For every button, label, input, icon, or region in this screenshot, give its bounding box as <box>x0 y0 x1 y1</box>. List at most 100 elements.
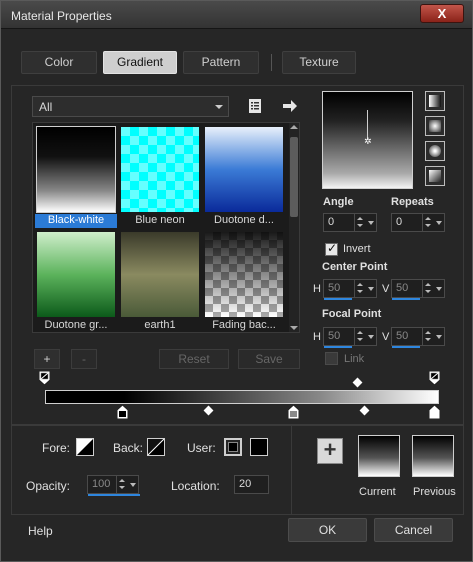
center-h-slider[interactable] <box>324 298 352 300</box>
back-swatch[interactable] <box>147 438 165 456</box>
scroll-up-icon[interactable] <box>290 125 298 129</box>
linear-style-button[interactable] <box>425 91 445 111</box>
rectangular-style-icon <box>429 120 441 132</box>
center-v-label: V <box>382 283 390 295</box>
location-field[interactable]: 20 <box>234 475 269 494</box>
spin-arrows-icon[interactable] <box>354 328 364 345</box>
sunburst-style-button[interactable] <box>425 141 445 161</box>
add-preset-button[interactable]: + <box>317 438 343 464</box>
gradient-stop-white[interactable] <box>428 404 441 420</box>
swatch-thumbnail <box>37 232 115 317</box>
swatch-scrollbar[interactable] <box>289 123 299 332</box>
repeats-value: 0 <box>396 216 403 228</box>
user-swatch-black[interactable] <box>250 438 268 456</box>
spin-arrows-icon[interactable] <box>422 328 432 345</box>
fore-label: Fore: <box>42 441 71 455</box>
swatch-label: Duotone d... <box>214 214 274 226</box>
chevron-down-icon[interactable] <box>368 221 374 225</box>
invert-checkbox[interactable] <box>325 241 338 256</box>
tab-gradient[interactable]: Gradient <box>103 51 177 74</box>
scroll-thumb[interactable] <box>290 137 298 217</box>
center-point-label: Center Point <box>322 261 388 273</box>
list-view-icon[interactable] <box>245 96 265 116</box>
spin-arrows-icon[interactable] <box>422 214 432 231</box>
angle-spinner[interactable]: 0 <box>323 213 377 232</box>
help-link[interactable]: Help <box>28 524 53 538</box>
chevron-down-icon[interactable] <box>436 221 442 225</box>
gradient-swatch-list: Black-white Blue neon Duotone d... Duoto… <box>32 122 300 333</box>
link-label: Link <box>344 353 365 365</box>
gradient-preview[interactable]: ✲ <box>322 91 413 189</box>
swatch-black-white[interactable]: Black-white <box>35 125 117 228</box>
radial-style-button[interactable] <box>425 166 445 186</box>
reset-button[interactable]: Reset <box>159 349 229 369</box>
opacity-spinner[interactable]: 100 <box>87 475 140 496</box>
swatch-fading-background[interactable]: Fading bac... <box>203 230 285 331</box>
category-dropdown[interactable]: All <box>32 96 229 117</box>
tab-pattern[interactable]: Pattern <box>183 51 259 74</box>
repeats-spinner[interactable]: 0 <box>391 213 445 232</box>
radial-style-icon <box>429 170 441 182</box>
gradient-stop-top-left[interactable] <box>38 370 51 386</box>
focal-h-value: 50 <box>328 330 341 342</box>
tab-texture[interactable]: Texture <box>282 51 356 74</box>
material-properties-dialog: Material Properties X Color Gradient Pat… <box>0 0 473 562</box>
spin-arrows-icon[interactable] <box>422 280 432 297</box>
chevron-down-icon[interactable] <box>436 287 442 291</box>
center-v-slider[interactable] <box>392 298 420 300</box>
gradient-stop-top-right[interactable] <box>428 370 441 386</box>
swatch-thumbnail <box>36 126 116 213</box>
arrow-right-icon[interactable] <box>280 96 300 116</box>
swatch-earth1[interactable]: earth1 <box>119 230 201 331</box>
swatch-thumbnail <box>121 232 199 317</box>
location-label: Location: <box>171 479 220 493</box>
swatch-thumbnail <box>205 232 283 317</box>
swatch-label: Black-white <box>35 214 117 228</box>
focal-h-slider[interactable] <box>324 346 352 348</box>
gradient-bar[interactable] <box>45 390 439 404</box>
angle-handle-icon[interactable]: ✲ <box>364 137 372 146</box>
focal-h-spinner[interactable]: 50 <box>323 327 377 348</box>
tab-color[interactable]: Color <box>21 51 97 74</box>
opacity-label: Opacity: <box>26 479 71 493</box>
rectangular-style-button[interactable] <box>425 116 445 136</box>
spin-arrows-icon[interactable] <box>116 476 126 493</box>
link-checkbox[interactable] <box>325 352 338 365</box>
swatch-thumbnail <box>205 127 283 212</box>
category-dropdown-value: All <box>39 100 53 114</box>
center-h-spinner[interactable]: 50 <box>323 279 377 300</box>
spin-arrows-icon[interactable] <box>354 280 364 297</box>
remove-gradient-button[interactable]: - <box>71 349 97 369</box>
previous-preview[interactable] <box>412 435 454 477</box>
focal-point-label: Focal Point <box>322 308 382 320</box>
chevron-down-icon[interactable] <box>436 335 442 339</box>
add-gradient-button[interactable]: + <box>34 349 60 369</box>
swatch-blue-neon[interactable]: Blue neon <box>119 125 201 226</box>
scroll-down-icon[interactable] <box>290 326 298 330</box>
fore-swatch[interactable] <box>76 438 94 456</box>
cancel-button[interactable]: Cancel <box>374 518 453 542</box>
focal-v-slider[interactable] <box>392 346 420 348</box>
sunburst-style-icon <box>429 145 441 157</box>
chevron-down-icon[interactable] <box>368 287 374 291</box>
focal-v-spinner[interactable]: 50 <box>391 327 445 348</box>
swatch-duotone-d[interactable]: Duotone d... <box>203 125 285 226</box>
swatch-label: Fading bac... <box>212 319 276 331</box>
center-v-spinner[interactable]: 50 <box>391 279 445 300</box>
save-button[interactable]: Save <box>238 349 300 369</box>
user-swatch-selected[interactable] <box>224 438 242 456</box>
gradient-stop-black[interactable] <box>116 404 129 420</box>
chevron-down-icon[interactable] <box>130 483 136 487</box>
gradient-stop-gray[interactable] <box>287 404 300 420</box>
tab-bar: Color Gradient Pattern Texture <box>21 51 451 75</box>
center-h-value: 50 <box>328 282 341 294</box>
swatch-label: Duotone gr... <box>44 319 108 331</box>
spin-arrows-icon[interactable] <box>354 214 364 231</box>
ok-button[interactable]: OK <box>288 518 367 542</box>
center-v-value: 50 <box>396 282 409 294</box>
editor-divider <box>291 425 292 515</box>
opacity-slider[interactable] <box>88 494 140 496</box>
swatch-duotone-gr[interactable]: Duotone gr... <box>35 230 117 331</box>
chevron-down-icon[interactable] <box>368 335 374 339</box>
close-button[interactable]: X <box>420 4 464 23</box>
